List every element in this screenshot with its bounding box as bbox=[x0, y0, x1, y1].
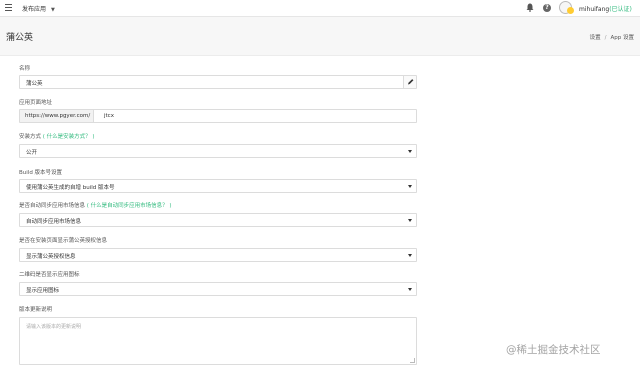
url-slug-input[interactable]: jtcx bbox=[104, 113, 114, 119]
app-selector-label: 发布应用 bbox=[22, 6, 47, 13]
install-method-select[interactable]: 公开 bbox=[19, 144, 417, 158]
name-value: 蒲公英 bbox=[26, 81, 43, 87]
changelog-placeholder: 请输入该版本的更新说明 bbox=[26, 324, 82, 330]
sync-label: 是否自动同步应用市场信息 ( 什么是自动同步应用市场信息？ ) bbox=[19, 201, 172, 209]
sync-text: 是否自动同步应用市场信息 bbox=[19, 203, 86, 209]
url-prefix-text: https://www.pgyer.com/ bbox=[25, 113, 91, 119]
breadcrumb: 设置 / App 设置 bbox=[590, 33, 634, 41]
hamburger-menu-icon[interactable] bbox=[5, 4, 12, 11]
qrcode-value: 显示应用图标 bbox=[26, 288, 60, 294]
edit-name-button[interactable] bbox=[403, 76, 416, 88]
install-method-help-link[interactable]: ( 什么是安装方式？ ) bbox=[43, 134, 95, 140]
permission-label: 是否在安装页面显示蒲公英授权信息 bbox=[19, 238, 108, 244]
breadcrumb-app-settings: App 设置 bbox=[610, 35, 635, 41]
user-name-label: mihuifang bbox=[579, 6, 610, 13]
build-label: Build 版本号设置 bbox=[19, 170, 63, 176]
help-icon[interactable]: ? bbox=[543, 4, 551, 12]
permission-value: 显示蒲公英授权信息 bbox=[26, 254, 76, 260]
watermark: @稀土掘金技术社区 bbox=[506, 344, 601, 356]
install-method-text: 安装方式 bbox=[19, 134, 42, 140]
bell-icon[interactable] bbox=[526, 3, 534, 12]
avatar[interactable] bbox=[559, 1, 574, 14]
name-label: 名称 bbox=[19, 66, 31, 72]
resize-handle-icon[interactable] bbox=[410, 358, 415, 363]
qrcode-select[interactable]: 显示应用图标 bbox=[19, 282, 417, 296]
sync-select[interactable]: 自动同步应用市场信息 bbox=[19, 213, 417, 227]
pencil-icon bbox=[408, 79, 414, 85]
caret-down-icon bbox=[408, 185, 412, 188]
chevron-down-icon: ▼ bbox=[51, 7, 55, 13]
install-method-label: 安装方式 ( 什么是安装方式？ ) bbox=[19, 132, 95, 140]
breadcrumb-settings[interactable]: 设置 bbox=[590, 35, 601, 41]
build-value: 使用蒲公英生成的自增 build 版本号 bbox=[26, 185, 115, 191]
user-account[interactable]: mihuifang(已认证) bbox=[579, 4, 632, 13]
caret-down-icon bbox=[408, 254, 412, 257]
breadcrumb-separator: / bbox=[604, 35, 607, 41]
changelog-textarea[interactable]: 请输入该版本的更新说明 bbox=[19, 317, 417, 365]
qrcode-label: 二维码是否显示应用图标 bbox=[19, 272, 80, 278]
permission-select[interactable]: 显示蒲公英授权信息 bbox=[19, 248, 417, 262]
install-method-value: 公开 bbox=[26, 150, 38, 156]
page-title: 蒲公英 bbox=[6, 33, 34, 43]
page-header: 蒲公英 设置 / App 设置 bbox=[0, 17, 640, 56]
caret-down-icon bbox=[408, 288, 412, 291]
url-input-group: https://www.pgyer.com/ jtcx bbox=[19, 109, 417, 123]
url-label: 应用页面地址 bbox=[19, 100, 53, 106]
changelog-label: 版本更新说明 bbox=[19, 307, 53, 313]
name-input[interactable]: 蒲公英 bbox=[19, 75, 417, 89]
app-selector-dropdown[interactable]: 发布应用 ▼ bbox=[22, 4, 55, 13]
caret-down-icon bbox=[408, 150, 412, 153]
verified-status: (已认证) bbox=[609, 6, 632, 13]
url-prefix: https://www.pgyer.com/ bbox=[20, 110, 94, 122]
build-select[interactable]: 使用蒲公英生成的自增 build 版本号 bbox=[19, 179, 417, 193]
top-navbar: 发布应用 ▼ ? mihuifang(已认证) bbox=[0, 0, 640, 17]
sync-value: 自动同步应用市场信息 bbox=[26, 219, 82, 225]
caret-down-icon bbox=[408, 219, 412, 222]
sync-help-link[interactable]: ( 什么是自动同步应用市场信息？ ) bbox=[87, 203, 172, 209]
